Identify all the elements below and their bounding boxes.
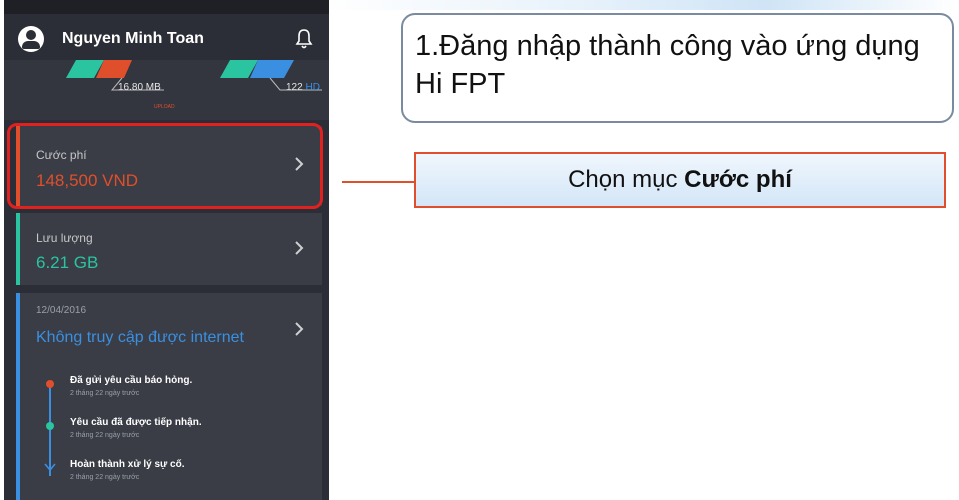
bell-icon[interactable] [294,28,314,50]
user-avatar-icon[interactable] [18,26,44,52]
usage-graph [66,60,322,91]
timeline-step-title: Hoàn thành xử lý sự cố. [70,459,185,470]
step2-prefix: Chọn mục [568,166,685,193]
timeline-step-time: 2 tháng 22 ngày trước [70,474,140,481]
timeline-dot-received [46,422,54,430]
timeline-step-time: 2 tháng 22 ngày trước [70,390,140,397]
top-decoration [320,0,959,10]
hd-value: 122 HD [286,82,320,93]
ticket-date: 12/04/2016 [36,305,87,316]
step2-callout: Chọn mục Cước phí [414,152,946,208]
traffic-label: Lưu lượng [36,231,93,245]
chevron-right-icon [295,241,304,255]
download-value: 16.80 MB [118,82,161,93]
ticket-title: Không truy cập được internet [36,329,244,346]
app-header: Nguyen Minh Toan [4,14,329,60]
timeline-step-time: 2 tháng 22 ngày trước [70,432,140,439]
timeline-dot-sent [46,380,54,388]
step2-highlight: Cước phí [684,166,792,193]
status-bar [4,0,329,14]
timeline-step-title: Yêu cầu đã được tiếp nhận. [70,417,202,428]
fee-highlight-frame [7,123,323,209]
arrow-down-icon [44,463,56,472]
ticket-accent-bar [16,293,20,500]
user-name: Nguyen Minh Toan [62,30,204,47]
phone-screen: Nguyen Minh Toan 16.80 MB UPLOAD 122 HD … [4,0,329,500]
traffic-card[interactable]: Lưu lượng 6.21 GB [16,213,322,285]
timeline-step-title: Đã gửi yêu cầu báo hỏng. [70,375,193,386]
upload-label: UPLOAD [154,104,175,110]
chevron-right-icon [295,322,304,336]
step1-text: 1.Đăng nhập thành công vào ứng dụng Hi F… [415,30,920,100]
traffic-accent-bar [16,213,20,285]
traffic-value: 6.21 GB [36,253,99,272]
step1-callout: 1.Đăng nhập thành công vào ứng dụng Hi F… [401,13,954,123]
callout-connector [342,181,414,183]
usage-panel: 16.80 MB UPLOAD 122 HD [4,60,329,120]
